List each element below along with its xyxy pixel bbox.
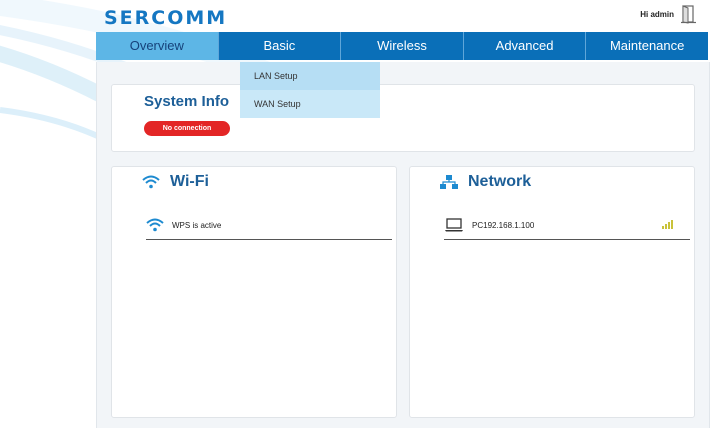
tab-wireless[interactable]: Wireless (340, 32, 463, 60)
user-area: Hi admin (640, 4, 698, 24)
wifi-card: Wi-Fi WPS is active (111, 166, 397, 418)
system-info-card: System Info No connection (111, 84, 695, 152)
wifi-icon (146, 218, 164, 232)
menu-item-wan-setup[interactable]: WAN Setup (240, 90, 380, 118)
wifi-title-label: Wi-Fi (170, 173, 209, 190)
network-card-title: Network (440, 173, 531, 191)
signal-icon (662, 220, 673, 229)
list-item[interactable]: WPS is active (146, 211, 392, 240)
wifi-icon (142, 175, 160, 189)
status-badge: No connection (144, 121, 230, 136)
logout-icon[interactable] (680, 4, 698, 24)
tab-overview[interactable]: Overview (96, 32, 218, 60)
basic-dropdown-menu: LAN Setup WAN Setup (240, 62, 380, 118)
user-greeting: Hi admin (640, 9, 674, 19)
tab-advanced[interactable]: Advanced (462, 32, 586, 60)
tab-maintenance[interactable]: Maintenance (585, 32, 708, 60)
wifi-card-title: Wi-Fi (142, 173, 209, 191)
brand-logo: SERCOMM (104, 7, 228, 29)
device-ip-text: PC192.168.1.100 (472, 220, 535, 230)
menu-item-lan-setup[interactable]: LAN Setup (240, 62, 380, 90)
list-item[interactable]: PC192.168.1.100 (444, 211, 690, 240)
network-icon (440, 175, 458, 189)
tab-basic[interactable]: Basic (217, 32, 341, 60)
laptop-icon (445, 218, 463, 232)
main-nav: Overview Basic Wireless Advanced Mainten… (96, 32, 708, 60)
router-admin-page: SERCOMM Hi admin Overview Basic Wireless… (0, 0, 720, 428)
network-card: Network PC192.168.1.100 (409, 166, 695, 418)
wps-status-text: WPS is active (172, 220, 222, 230)
network-title-label: Network (468, 173, 532, 190)
overview-content: System Info No connection Wi-Fi WPS is a… (96, 62, 710, 428)
system-info-title: System Info (144, 93, 230, 110)
